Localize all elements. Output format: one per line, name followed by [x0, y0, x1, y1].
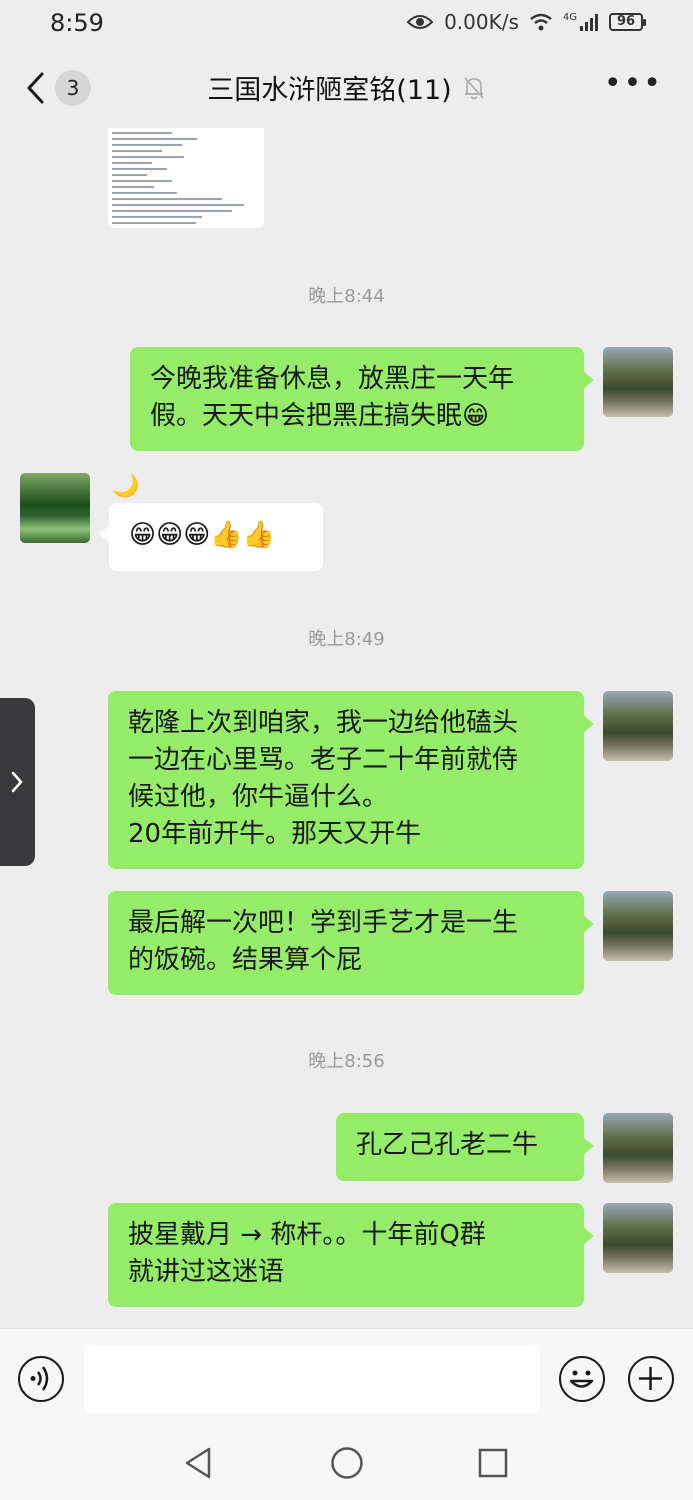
- emoji-icon[interactable]: [559, 1356, 605, 1402]
- floating-side-tab[interactable]: [0, 698, 35, 866]
- status-right: 0.00K/s 4G 96: [406, 10, 646, 34]
- wifi-icon: [530, 13, 552, 31]
- plus-icon[interactable]: [628, 1356, 674, 1402]
- status-bar: 8:59 0.00K/s 4G 96: [0, 0, 693, 48]
- message-bubble-self[interactable]: 最后解一次吧！学到手艺才是一生 的饭碗。结果算个屁: [108, 891, 594, 995]
- voice-icon[interactable]: [18, 1356, 64, 1402]
- page-title: 三国水浒陋室铭(11): [0, 68, 693, 108]
- image-message[interactable]: [108, 128, 264, 228]
- avatar-self[interactable]: [603, 691, 673, 761]
- message-bubble-self[interactable]: 乾隆上次到咱家，我一边给他磕头 一边在心里骂。老子二十年前就侍 候过他，你牛逼什…: [108, 691, 594, 869]
- signal-4g-label: 4G: [562, 11, 577, 23]
- square-recent-icon[interactable]: [478, 1448, 508, 1478]
- avatar-self[interactable]: [603, 1203, 673, 1273]
- timestamp: 晚上8:56: [308, 1051, 385, 1072]
- message-list[interactable]: 晚上8:44 今晚我准备休息，放黑庄一天年 假。天天中会把黑庄搞失眠😁 🌙 😁😁…: [0, 128, 693, 1328]
- message-input[interactable]: [84, 1345, 540, 1413]
- avatar-other[interactable]: [20, 473, 90, 543]
- bell-off-icon: [462, 75, 486, 108]
- signal-icon: [580, 14, 598, 31]
- circle-home-icon[interactable]: [330, 1446, 364, 1480]
- timestamp: 晚上8:44: [308, 286, 385, 307]
- chat-header: 3 三国水浒陋室铭(11) •••: [0, 48, 693, 128]
- message-bubble-other[interactable]: 😁😁😁👍👍: [99, 503, 323, 571]
- chat-title: 三国水浒陋室铭(11): [207, 75, 452, 106]
- more-options-button[interactable]: •••: [604, 69, 663, 99]
- message-bubble-self[interactable]: 披星戴月 → 称杆。。十年前Q群 就讲过这迷语: [108, 1203, 594, 1307]
- status-time: 8:59: [50, 9, 104, 37]
- system-nav-bar: [0, 1428, 693, 1500]
- message-bubble-self[interactable]: 孔乙己孔老二牛: [336, 1113, 594, 1181]
- battery-icon: 96: [609, 13, 646, 31]
- chevron-right-icon: [11, 771, 23, 793]
- eye-icon: [406, 15, 434, 29]
- sender-nickname: 🌙: [112, 474, 140, 499]
- avatar-self[interactable]: [603, 347, 673, 417]
- timestamp: 晚上8:49: [308, 629, 385, 650]
- message-bubble-self[interactable]: 今晚我准备休息，放黑庄一天年 假。天天中会把黑庄搞失眠😁: [130, 347, 594, 451]
- network-speed: 0.00K/s: [444, 10, 519, 34]
- triangle-back-icon[interactable]: [183, 1446, 213, 1480]
- avatar-self[interactable]: [603, 1113, 673, 1183]
- avatar-self[interactable]: [603, 891, 673, 961]
- input-bar: [0, 1328, 693, 1428]
